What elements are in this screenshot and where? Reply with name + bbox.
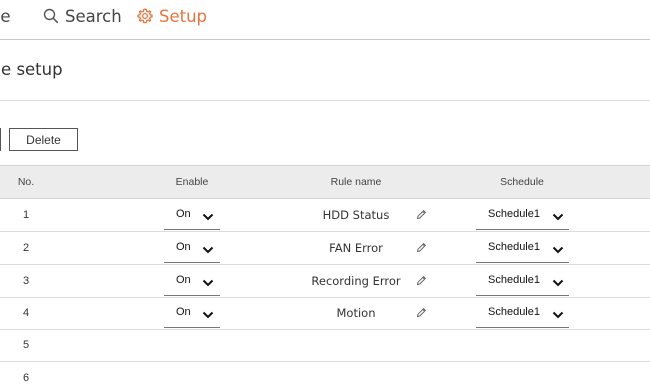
header-rule-name: Rule name (330, 176, 382, 188)
chevron-down-icon (202, 246, 214, 254)
nav-live[interactable]: ive (0, 5, 11, 27)
header-schedule: Schedule (500, 176, 544, 188)
enable-select[interactable]: On (164, 238, 220, 263)
chevron-down-icon (552, 246, 564, 254)
schedule-value: Schedule1 (488, 208, 540, 220)
enable-value: On (176, 306, 191, 318)
schedule-select[interactable]: Schedule1 (476, 303, 569, 328)
nav-search-label: Search (65, 6, 122, 26)
enable-value: On (176, 274, 191, 286)
nav-setup-label: Setup (159, 6, 208, 26)
chevron-down-icon (552, 213, 564, 221)
schedule-value: Schedule1 (488, 274, 540, 286)
enable-select[interactable]: On (164, 205, 220, 230)
pencil-icon[interactable] (416, 275, 427, 286)
table-row: 4 On Motion Schedule1 (0, 297, 650, 330)
rule-name: HDD Status (322, 208, 390, 222)
row-number: 1 (22, 209, 30, 221)
schedule-value: Schedule1 (488, 306, 540, 318)
rule-name: FAN Error (329, 241, 383, 255)
chevron-down-icon (552, 279, 564, 287)
nav-search[interactable]: Search (43, 5, 122, 27)
title-divider (0, 100, 650, 101)
rule-name: Motion (336, 306, 376, 320)
row-number: 6 (22, 372, 30, 384)
page-title: ule setup (0, 60, 63, 79)
top-navigation: ive Search Setup (0, 0, 650, 40)
schedule-select[interactable]: Schedule1 (476, 238, 569, 263)
enable-select[interactable]: On (164, 303, 220, 328)
nav-setup[interactable]: Setup (137, 5, 207, 27)
schedule-select[interactable]: Schedule1 (476, 271, 569, 296)
enable-select[interactable]: On (164, 271, 220, 296)
table-row: 6 (0, 362, 650, 392)
pencil-icon[interactable] (416, 209, 427, 220)
header-enable: Enable (175, 176, 209, 188)
schedule-value: Schedule1 (488, 241, 540, 253)
table-header: No. Enable Rule name Schedule (0, 165, 650, 199)
chevron-down-icon (202, 279, 214, 287)
row-number: 2 (22, 242, 30, 254)
enable-value: On (176, 241, 191, 253)
table-row: 3 On Recording Error Schedule1 (0, 265, 650, 298)
pencil-icon[interactable] (416, 242, 427, 253)
enable-value: On (176, 208, 191, 220)
schedule-select[interactable]: Schedule1 (476, 205, 569, 230)
row-number: 5 (22, 339, 30, 351)
table-row: 2 On FAN Error Schedule1 (0, 232, 650, 265)
rule-name: Recording Error (311, 274, 401, 288)
row-number: 4 (22, 307, 30, 319)
pencil-icon[interactable] (416, 307, 427, 318)
add-button[interactable] (0, 128, 1, 151)
chevron-down-icon (552, 311, 564, 319)
search-icon (43, 8, 59, 24)
row-number: 3 (22, 275, 30, 287)
nav-live-label: ive (0, 6, 11, 26)
gear-icon (137, 8, 153, 24)
header-no: No. (17, 176, 35, 188)
table-row: 5 (0, 329, 650, 362)
chevron-down-icon (202, 213, 214, 221)
table-row: 1 On HDD Status Schedule1 (0, 199, 650, 232)
delete-button[interactable]: Delete (9, 128, 78, 151)
chevron-down-icon (202, 311, 214, 319)
